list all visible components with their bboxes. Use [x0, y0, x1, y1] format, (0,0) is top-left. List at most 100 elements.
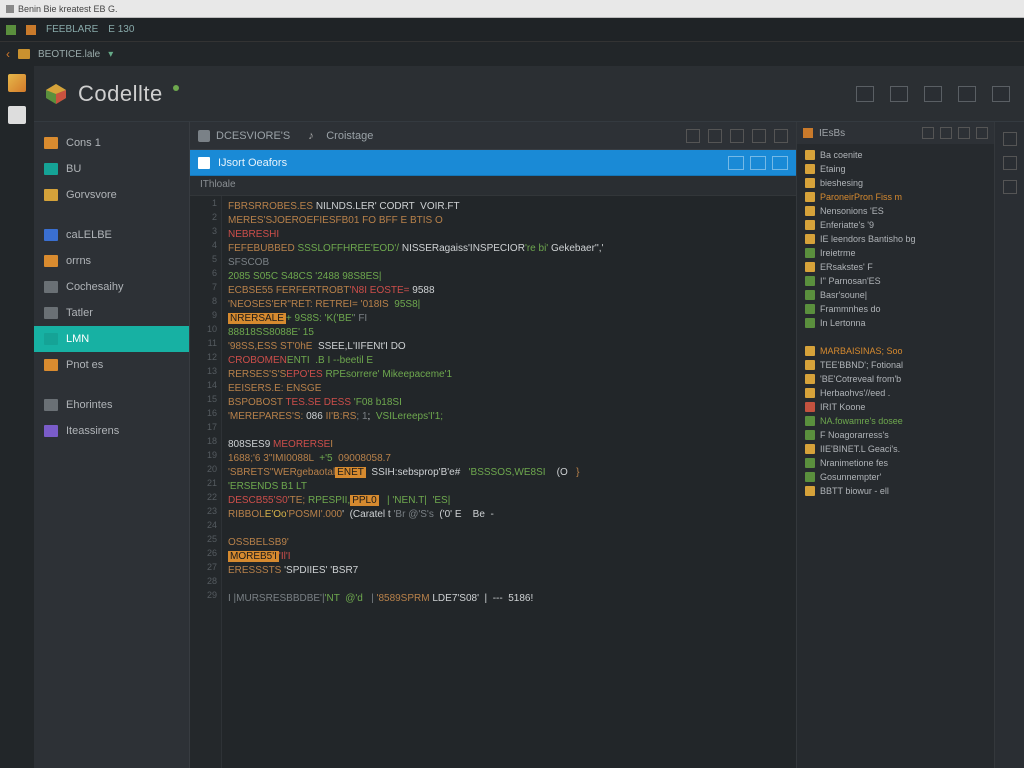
sidebar-item-0[interactable]: Cons 1: [34, 130, 189, 156]
sidebar-item-8[interactable]: Pnot es: [34, 352, 189, 378]
activebar-btn-3[interactable]: [772, 156, 788, 170]
tabbar-btn-4[interactable]: [752, 129, 766, 143]
code-editor[interactable]: 1234567891011121314151617181920212223242…: [190, 196, 796, 768]
folder-icon[interactable]: [18, 49, 30, 59]
outline-label: In Lertonna: [820, 318, 866, 328]
activebar-btn-2[interactable]: [750, 156, 766, 170]
outline-label: NA.fowamre's dosee: [820, 416, 903, 426]
symbol-icon: [805, 290, 815, 300]
window-titlebar: Benin Bie kreatest EB G.: [0, 0, 1024, 18]
editor-area: DCESVIORE'S ♪ Croistage IJso: [190, 122, 796, 768]
status-dot-icon: [173, 85, 179, 91]
build-icon[interactable]: [26, 25, 36, 35]
brand-header: Codellte: [34, 66, 1024, 122]
symbol-icon: [805, 318, 815, 328]
sidebar-item-10[interactable]: Iteassirens: [34, 418, 189, 444]
sidebar-item-4[interactable]: orrns: [34, 248, 189, 274]
outline-item[interactable]: [799, 330, 992, 344]
sidebar-item-5[interactable]: Cochesaihy: [34, 274, 189, 300]
outline-btn-1[interactable]: [922, 127, 934, 139]
sidebar-label: Pnot es: [66, 359, 103, 371]
outline-item[interactable]: I'' Parnosan'ES: [799, 274, 992, 288]
outline-panel: IEsBs Ba coeniteEtaingbieshesing Paroneir…: [796, 122, 994, 768]
tabbar-btn-5[interactable]: [774, 129, 788, 143]
outline-label: Nensonions 'ES: [820, 206, 884, 216]
outline-item[interactable]: Basr'soune|: [799, 288, 992, 302]
outline-label: Basr'soune|: [820, 290, 867, 300]
activity-item-1[interactable]: [8, 74, 26, 92]
tabbar-btn-2[interactable]: [708, 129, 722, 143]
outline-label: IIE'BINET.L Geaci's.: [820, 444, 900, 454]
outline-btn-4[interactable]: [976, 127, 988, 139]
run-icon[interactable]: [6, 25, 16, 35]
panel-btn-3[interactable]: [924, 86, 942, 102]
sidebar-icon: [44, 163, 58, 175]
outline-item[interactable]: Nensonions 'ES: [799, 204, 992, 218]
window-icon: [6, 5, 14, 13]
panel-btn-1[interactable]: [856, 86, 874, 102]
outline-btn-3[interactable]: [958, 127, 970, 139]
symbol-icon: [805, 248, 815, 258]
symbol-icon: [805, 262, 815, 272]
outline-item[interactable]: Nranimetione fes: [799, 456, 992, 470]
activity-item-2[interactable]: [8, 106, 26, 124]
outline-title: IEsBs: [819, 128, 845, 139]
outline-label: ERsakstes' F: [820, 262, 873, 272]
sidebar-item-9[interactable]: Ehorintes: [34, 392, 189, 418]
panel-btn-5[interactable]: [992, 86, 1010, 102]
activebar-btn-1[interactable]: [728, 156, 744, 170]
outline-item[interactable]: F Noagorarress's: [799, 428, 992, 442]
tabbar-btn-1[interactable]: [686, 129, 700, 143]
outline-label: TEE'BBND'; Fotional: [820, 360, 903, 370]
outline-item[interactable]: Etaing: [799, 162, 992, 176]
toolbar-label-2: E 130: [108, 24, 134, 35]
code-body[interactable]: FBRSRROBES.ES NILNDS.LER' CODRT VOIR.FTM…: [222, 196, 796, 768]
panel-btn-4[interactable]: [958, 86, 976, 102]
back-icon[interactable]: ‹: [6, 47, 10, 61]
tab-2[interactable]: Croistage: [326, 130, 373, 142]
tabbar-btn-3[interactable]: [730, 129, 744, 143]
outline-item[interactable]: ERsakstes' F: [799, 260, 992, 274]
sidebar-item-7[interactable]: LMN: [34, 326, 189, 352]
rtool-1[interactable]: [1003, 132, 1017, 146]
sidebar-icon: [44, 255, 58, 267]
outline-item[interactable]: IE leendors Bantisho bg: [799, 232, 992, 246]
outline-item[interactable]: Frammnhes do: [799, 302, 992, 316]
sidebar-icon: [44, 307, 58, 319]
sidebar-item-2[interactable]: Gorvsvore: [34, 182, 189, 208]
outline-item[interactable]: In Lertonna: [799, 316, 992, 330]
outline-item[interactable]: bieshesing: [799, 176, 992, 190]
outline-item[interactable]: Gosunnempter': [799, 470, 992, 484]
outline-item[interactable]: MARBAISINAS; Soo: [799, 344, 992, 358]
outline-item[interactable]: TEE'BBND'; Fotional: [799, 358, 992, 372]
rtool-3[interactable]: [1003, 180, 1017, 194]
outline-item[interactable]: ParoneirPron Fiss m: [799, 190, 992, 204]
sidebar-label: Gorvsvore: [66, 189, 117, 201]
sidebar-label: caLELBE: [66, 229, 112, 241]
outline-label: Ireietrme: [820, 248, 856, 258]
tab-1[interactable]: DCESVIORE'S: [216, 130, 290, 142]
app-logo-icon: [44, 82, 68, 106]
outline-label: ParoneirPron Fiss m: [820, 192, 902, 202]
sidebar-item-3[interactable]: caLELBE: [34, 222, 189, 248]
outline-item[interactable]: 'BE'Cotreveal from'b: [799, 372, 992, 386]
sidebar-icon: [44, 399, 58, 411]
outline-header: IEsBs: [797, 122, 994, 144]
outline-item[interactable]: Ba coenite: [799, 148, 992, 162]
panel-btn-2[interactable]: [890, 86, 908, 102]
outline-item[interactable]: IRIT Koone: [799, 400, 992, 414]
outline-item[interactable]: Enferiatte's '9: [799, 218, 992, 232]
sidebar-item-6[interactable]: Tatler: [34, 300, 189, 326]
dropdown-icon[interactable]: ▾: [108, 49, 113, 60]
outline-item[interactable]: Ireietrme: [799, 246, 992, 260]
outline-btn-2[interactable]: [940, 127, 952, 139]
rtool-2[interactable]: [1003, 156, 1017, 170]
outline-item[interactable]: NA.fowamre's dosee: [799, 414, 992, 428]
outline-label: Gosunnempter': [820, 472, 881, 482]
outline-item[interactable]: IIE'BINET.L Geaci's.: [799, 442, 992, 456]
top-toolbar-2: ‹ BEOTICE.lale ▾: [0, 42, 1024, 66]
outline-item[interactable]: BBTT biowur - ell: [799, 484, 992, 498]
symbol-icon: [805, 472, 815, 482]
outline-item[interactable]: Herbaohvs'//eed .: [799, 386, 992, 400]
sidebar-item-1[interactable]: BU: [34, 156, 189, 182]
